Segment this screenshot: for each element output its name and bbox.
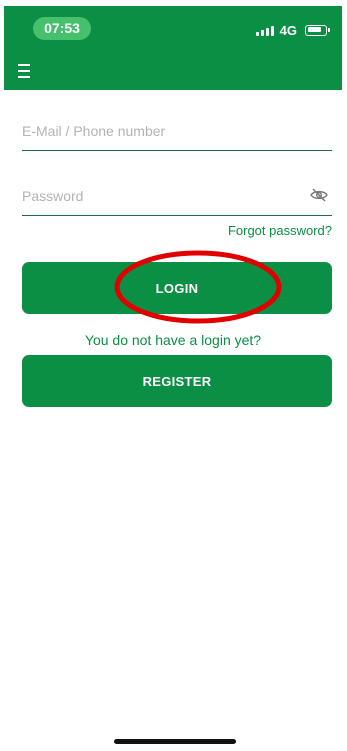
signal-bars-icon xyxy=(255,25,274,36)
login-button[interactable]: LOGIN xyxy=(22,262,332,314)
status-time: 07:53 xyxy=(33,17,91,40)
password-input[interactable] xyxy=(22,176,332,215)
email-field[interactable] xyxy=(22,111,332,151)
network-type: 4G xyxy=(279,22,297,38)
home-indicator[interactable] xyxy=(114,739,236,744)
status-indicators: 4G xyxy=(255,22,330,38)
battery-icon xyxy=(305,24,330,36)
app-bar: 07:53 4G xyxy=(4,6,342,90)
hamburger-menu-icon[interactable] xyxy=(18,64,34,78)
register-button[interactable]: REGISTER xyxy=(22,355,332,407)
eye-off-icon[interactable] xyxy=(310,188,328,202)
no-login-text: You do not have a login yet? xyxy=(84,332,262,348)
forgot-password-link[interactable]: Forgot password? xyxy=(228,223,332,238)
app-screen: 07:53 4G Forgot password? xyxy=(4,6,342,748)
email-input[interactable] xyxy=(22,111,332,150)
password-field[interactable] xyxy=(22,176,332,216)
